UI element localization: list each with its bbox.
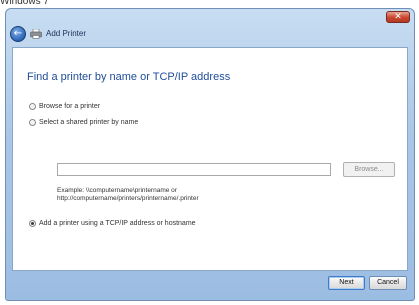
close-button[interactable]: ✕ bbox=[386, 11, 410, 23]
wizard-footer: Next Cancel bbox=[6, 269, 414, 300]
radio-select-shared[interactable] bbox=[29, 118, 36, 126]
example-line-1: Example: \\computername\printername or bbox=[57, 187, 177, 194]
option-select-shared[interactable]: Select a shared printer by name bbox=[29, 116, 138, 128]
caption: Windows 7 bbox=[0, 0, 49, 7]
option-browse[interactable]: Browse for a printer bbox=[29, 100, 100, 112]
example-text: Example: \\computername\printername or h… bbox=[57, 187, 199, 203]
option-select-shared-label: Select a shared printer by name bbox=[39, 118, 139, 126]
option-tcpip-label: Add a printer using a TCP/IP address or … bbox=[39, 219, 196, 227]
page-heading: Find a printer by name or TCP/IP address bbox=[27, 71, 231, 83]
back-arrow-icon: ← bbox=[13, 28, 23, 39]
browse-button[interactable]: Browse... bbox=[343, 162, 395, 177]
close-icon: ✕ bbox=[394, 12, 402, 22]
back-button[interactable]: ← bbox=[10, 26, 26, 42]
example-line-2: http://computername/printers/printername… bbox=[57, 195, 199, 202]
shared-printer-input[interactable] bbox=[57, 163, 331, 176]
radio-browse[interactable] bbox=[29, 102, 36, 110]
option-browse-label: Browse for a printer bbox=[39, 102, 101, 110]
wizard-content: Find a printer by name or TCP/IP address… bbox=[12, 47, 408, 271]
printer-icon bbox=[30, 29, 42, 39]
wizard-header: ← Add Printer bbox=[6, 25, 414, 47]
cancel-button[interactable]: Cancel bbox=[369, 276, 407, 290]
next-button[interactable]: Next bbox=[328, 276, 365, 290]
wizard-title: Add Printer bbox=[46, 29, 87, 38]
option-tcpip[interactable]: Add a printer using a TCP/IP address or … bbox=[29, 217, 196, 229]
radio-tcpip[interactable] bbox=[29, 219, 36, 227]
add-printer-window: ✕ ← Add Printer Find a printer by name o… bbox=[5, 8, 415, 301]
